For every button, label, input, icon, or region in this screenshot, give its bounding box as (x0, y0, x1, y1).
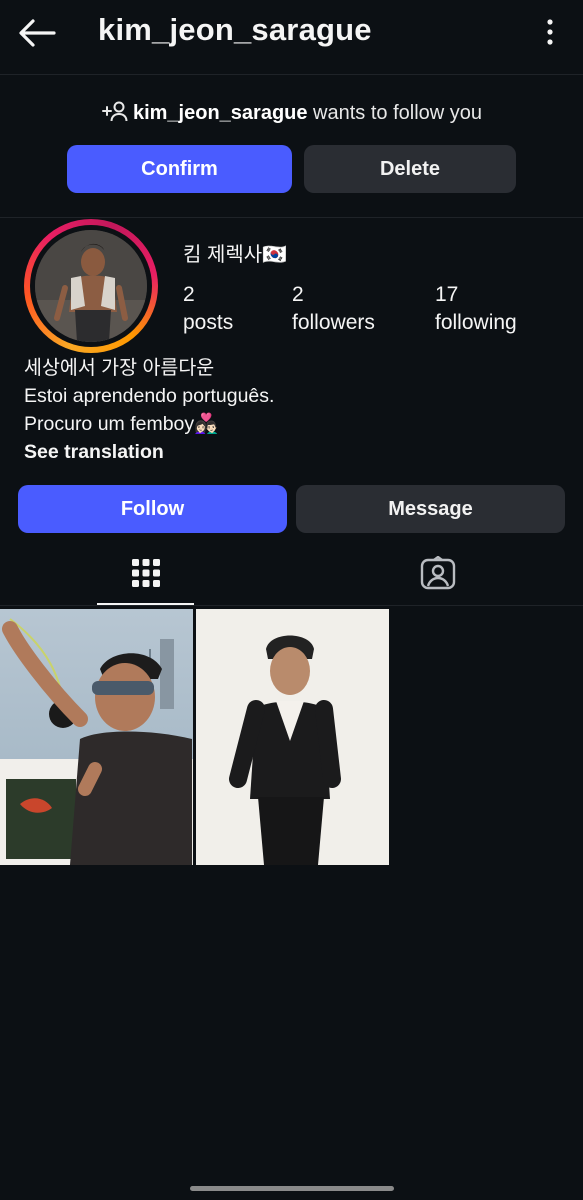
follow-button[interactable]: Follow (18, 485, 287, 533)
profile-username-title: kim_jeon_sarague (98, 12, 372, 47)
see-translation-link[interactable]: See translation (24, 438, 274, 466)
stat-value: 17 (435, 283, 459, 306)
request-suffix: wants to follow you (307, 102, 483, 124)
tab-tagged[interactable] (389, 545, 486, 605)
display-name: 킴 제렉사🇰🇷 (183, 244, 288, 266)
confirm-button[interactable]: Confirm (67, 145, 292, 193)
requester-username[interactable]: kim_jeon_sarague (133, 102, 308, 124)
stat-value: 2 (292, 283, 304, 306)
avatar[interactable] (24, 219, 158, 353)
post-thumbnail[interactable] (196, 609, 389, 865)
follow-request-text: kim_jeon_sarague wants to follow you (0, 100, 583, 125)
grid-icon (131, 558, 161, 593)
bio-line: Procuro um femboy👩🏻‍❤️‍👨🏻 (24, 413, 219, 435)
post-thumbnail[interactable] (0, 609, 193, 865)
tab-posts-grid[interactable] (97, 545, 194, 605)
message-button[interactable]: Message (296, 485, 565, 533)
bio-line: Estoi aprendendo português. (24, 385, 275, 407)
delete-button[interactable]: Delete (304, 145, 516, 193)
stat-label: followers (292, 311, 375, 334)
bio-line: 세상에서 가장 아름다운 (24, 357, 215, 379)
tagged-icon (420, 555, 456, 595)
section-divider (0, 217, 583, 218)
back-arrow-icon[interactable] (18, 18, 56, 48)
stat-value: 2 (183, 283, 195, 306)
more-options-icon[interactable] (545, 18, 555, 46)
following-count[interactable]: 17 following (435, 281, 517, 337)
posts-count[interactable]: 2 posts (183, 281, 233, 337)
home-indicator[interactable] (190, 1186, 394, 1191)
avatar-photo (35, 230, 147, 342)
top-bar: kim_jeon_sarague (0, 0, 583, 75)
profile-tabs (0, 545, 583, 606)
profile-bio: 세상에서 가장 아름다운 Estoi aprendendo português.… (24, 354, 274, 466)
stat-label: following (435, 311, 517, 334)
stat-label: posts (183, 311, 234, 334)
add-person-icon (101, 101, 133, 124)
followers-count[interactable]: 2 followers (292, 281, 375, 337)
